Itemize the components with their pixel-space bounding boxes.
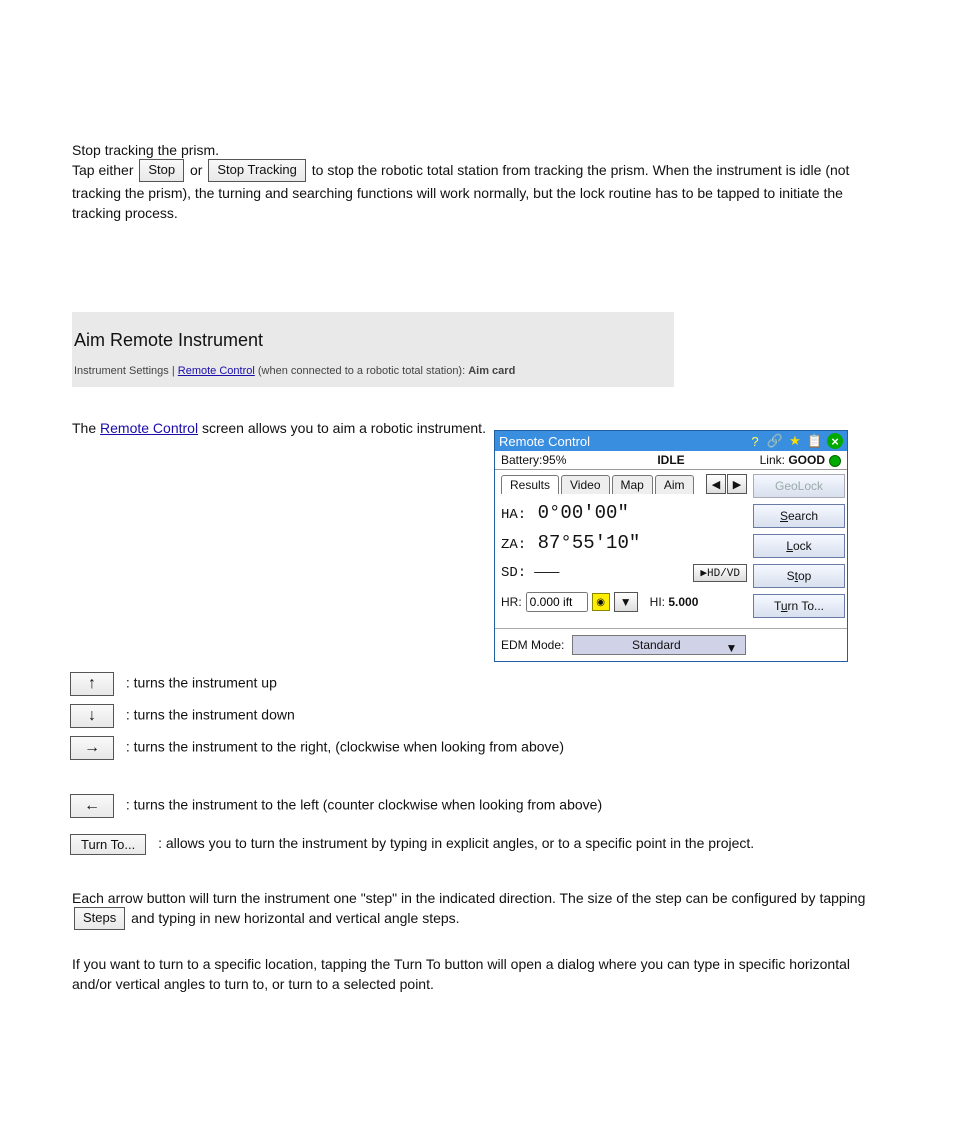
- turn-to-button-inline[interactable]: Turn To...: [70, 834, 146, 855]
- arrow-left-icon[interactable]: ←: [70, 794, 114, 818]
- lock-button[interactable]: Lock: [753, 534, 845, 558]
- hr-input[interactable]: [526, 592, 588, 612]
- star-icon[interactable]: ★: [787, 433, 803, 449]
- battery-label: Battery:95%: [501, 453, 614, 467]
- tab-map[interactable]: Map: [612, 475, 653, 494]
- intro-line: The Remote Control screen allows you to …: [72, 420, 486, 436]
- key-turnto-line: Turn To... : allows you to turn the inst…: [70, 834, 870, 855]
- clipboard-icon[interactable]: 📋: [807, 433, 823, 449]
- text: (when connected to a robotic total stati…: [255, 365, 468, 377]
- tab-bar: Results Video Map Aim ◀ ▶: [501, 474, 747, 494]
- geolock-button: GeoLock: [753, 474, 845, 498]
- remote-control-window: Remote Control ? 🔗 ★ 📋 × Battery:95% IDL…: [494, 430, 848, 662]
- arrow-down-icon[interactable]: ↓: [70, 704, 114, 728]
- hr-list-icon[interactable]: ◉: [592, 593, 610, 611]
- stop-tracking-heading: Stop tracking the prism.: [72, 140, 882, 160]
- key-left-line: ← : turns the instrument to the left (co…: [70, 794, 870, 818]
- remote-control-link[interactable]: Remote Control: [178, 365, 255, 377]
- text: Instrument Settings: [74, 365, 169, 377]
- steps-paragraph: Each arrow button will turn the instrume…: [72, 888, 882, 931]
- key-up-line: ↑ : turns the instrument up: [70, 672, 277, 696]
- text-bold: Aim card: [468, 365, 515, 377]
- remote-control-link-2[interactable]: Remote Control: [100, 420, 198, 436]
- tab-scroll-left-icon[interactable]: ◀: [706, 474, 726, 494]
- hdvd-button[interactable]: ▶HD/VD: [693, 564, 747, 582]
- arrow-up-icon[interactable]: ↑: [70, 672, 114, 696]
- right-button-column: GeoLock Search Lock Stop Turn To...: [753, 470, 847, 628]
- hr-dropdown-icon[interactable]: ▼: [614, 592, 638, 612]
- search-button[interactable]: Search: [753, 504, 845, 528]
- edm-mode-select[interactable]: Standard ▼: [572, 635, 746, 655]
- state-label: IDLE: [614, 453, 727, 467]
- tab-scroll-right-icon[interactable]: ▶: [727, 474, 747, 494]
- arrow-right-icon[interactable]: →: [70, 736, 114, 760]
- text: Tap either: [72, 162, 137, 178]
- stop-tracking-button-inline[interactable]: Stop Tracking: [208, 159, 306, 182]
- chevron-down-icon: ▼: [725, 641, 737, 655]
- za-readout: ZA: 87°55'10": [501, 532, 747, 554]
- link-label: Link: GOOD: [728, 453, 841, 467]
- link-dot-icon: [829, 455, 841, 467]
- heading-title: Aim Remote Instrument: [74, 330, 664, 351]
- stop-button-inline[interactable]: Stop: [139, 159, 184, 182]
- help-icon[interactable]: ?: [747, 433, 763, 449]
- edm-row: EDM Mode: Standard ▼: [495, 628, 847, 661]
- text: or: [190, 162, 206, 178]
- hr-line: HR: ◉ ▼ HI: 5.000: [501, 592, 747, 612]
- window-title: Remote Control: [499, 434, 743, 449]
- stop-button[interactable]: Stop: [753, 564, 845, 588]
- tab-nav: ◀ ▶: [706, 474, 747, 494]
- turnto-paragraph: If you want to turn to a specific locati…: [72, 954, 882, 995]
- tab-video[interactable]: Video: [561, 475, 609, 494]
- tab-results[interactable]: Results: [501, 475, 559, 494]
- key-right-line: → : turns the instrument to the right, (…: [70, 736, 870, 760]
- stop-tracking-body: Tap either Stop or Stop Tracking to stop…: [72, 160, 882, 223]
- tool-icon[interactable]: 🔗: [767, 433, 783, 449]
- aim-remote-heading-box: Aim Remote Instrument Instrument Setting…: [72, 312, 674, 387]
- tab-aim[interactable]: Aim: [655, 475, 694, 494]
- text: to stop the robotic total station from t…: [72, 162, 849, 221]
- titlebar: Remote Control ? 🔗 ★ 📋 ×: [495, 431, 847, 451]
- edm-label: EDM Mode:: [501, 638, 564, 652]
- steps-button-inline[interactable]: Steps: [74, 907, 125, 930]
- status-bar: Battery:95% IDLE Link: GOOD: [495, 451, 847, 470]
- ha-readout: HA: 0°00'00": [501, 502, 747, 524]
- heading-source: Instrument Settings | Remote Control (wh…: [74, 365, 664, 377]
- key-down-line: ↓ : turns the instrument down: [70, 704, 295, 728]
- close-icon[interactable]: ×: [827, 433, 843, 449]
- sd-line: SD: ——— ▶HD/VD: [501, 564, 747, 582]
- hr-label: HR:: [501, 595, 522, 609]
- hi-label: HI: 5.000: [650, 595, 699, 609]
- turn-to-button[interactable]: Turn To...: [753, 594, 845, 618]
